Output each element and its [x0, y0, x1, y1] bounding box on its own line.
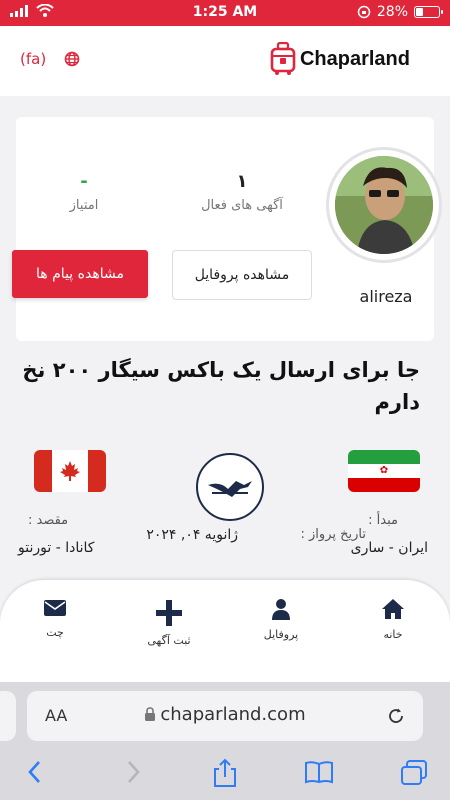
- view-messages-button[interactable]: مشاهده پیام ها: [12, 250, 148, 298]
- rating-label: امتیاز: [69, 198, 99, 213]
- username: alireza: [359, 287, 413, 306]
- forward-icon[interactable]: [124, 760, 142, 784]
- rating-value: -: [80, 171, 88, 192]
- destination-value: کانادا - تورنتو: [18, 540, 95, 556]
- orientation-lock-icon: [357, 5, 371, 19]
- airline-logo-icon: [196, 453, 264, 521]
- avatar: [335, 156, 433, 254]
- bottom-nav: خانه پروفایل ثبت آگهی چت: [0, 580, 450, 682]
- app-screen: 1:25 AM 28% (fa) Chaparland alireza ۱ آگ…: [0, 0, 450, 800]
- battery-fill: [416, 8, 423, 16]
- avatar-frame[interactable]: [326, 147, 442, 263]
- nav-profile[interactable]: پروفایل: [236, 598, 326, 641]
- status-right: 28%: [357, 4, 443, 20]
- app-header: (fa) Chaparland: [0, 26, 450, 96]
- browser-toolbar: AA chaparland.com: [0, 682, 450, 800]
- avatar-photo: [335, 156, 433, 254]
- destination-label: مقصد :: [28, 513, 69, 528]
- active-ads-label: آگهی های فعال: [201, 198, 283, 213]
- brand-name: Chaparland: [299, 47, 410, 70]
- address-bar[interactable]: AA chaparland.com: [27, 691, 423, 741]
- previous-tab-preview[interactable]: [0, 691, 16, 741]
- iran-flag-icon: ✿: [348, 450, 420, 492]
- lock-icon: [145, 707, 156, 721]
- user-icon: [272, 599, 290, 620]
- reload-icon[interactable]: [387, 707, 405, 725]
- listing-title: جا برای ارسال یک باکس سیگار ۲۰۰ نخ دارم: [22, 358, 420, 414]
- origin-value: ایران - ساری: [350, 540, 428, 556]
- nav-chat[interactable]: چت: [10, 598, 100, 639]
- view-profile-button[interactable]: مشاهده پروفایل: [172, 250, 312, 300]
- nav-home-label: خانه: [383, 628, 403, 641]
- status-bar: 1:25 AM 28%: [0, 0, 450, 26]
- globe-icon[interactable]: [64, 51, 80, 67]
- canada-flag-icon: [34, 450, 106, 492]
- origin-label: مبدأ :: [368, 513, 398, 528]
- tabs-icon[interactable]: [400, 760, 428, 786]
- active-ads-stat: ۱ آگهی های فعال: [182, 171, 302, 213]
- rating-stat: - امتیاز: [44, 171, 124, 213]
- language-selector[interactable]: (fa): [20, 50, 46, 68]
- home-icon: [382, 599, 404, 619]
- nav-post-ad-label: ثبت آگهی: [147, 634, 191, 647]
- profile-card: alireza ۱ آگهی های فعال - امتیاز مشاهده …: [12, 117, 442, 341]
- share-icon[interactable]: [212, 758, 238, 788]
- plus-icon: [156, 600, 182, 626]
- nav-profile-label: پروفایل: [263, 628, 299, 641]
- flight-date-label: تاریخ پرواز :: [300, 527, 366, 542]
- nav-post-ad[interactable]: ثبت آگهی: [124, 600, 214, 647]
- active-ads-count: ۱: [236, 171, 248, 192]
- nav-home[interactable]: خانه: [348, 598, 438, 641]
- url-text: chaparland.com: [160, 704, 306, 725]
- envelope-icon: [44, 600, 66, 616]
- brand-logo[interactable]: Chaparland: [270, 42, 410, 76]
- url-display[interactable]: chaparland.com: [27, 704, 423, 725]
- suitcase-icon: [270, 42, 296, 75]
- battery-icon: [414, 6, 443, 18]
- nav-chat-label: چت: [46, 626, 64, 639]
- bookmarks-icon[interactable]: [304, 760, 334, 784]
- battery-percent: 28%: [376, 4, 408, 20]
- back-icon[interactable]: [26, 760, 44, 784]
